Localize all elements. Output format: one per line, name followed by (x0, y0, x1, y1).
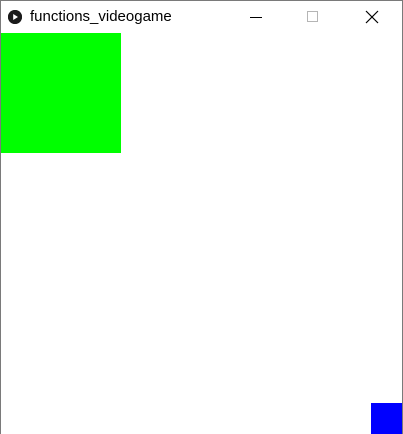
green-player-square (1, 33, 121, 153)
play-circle-icon (8, 10, 22, 24)
title-bar[interactable]: functions_videogame (1, 1, 402, 33)
maximize-button[interactable] (290, 1, 336, 33)
window-title: functions_videogame (30, 8, 172, 25)
close-button[interactable] (349, 1, 395, 33)
minimize-button[interactable] (233, 1, 279, 33)
close-icon (365, 10, 379, 24)
app-window: functions_videogame (0, 0, 403, 434)
minimize-icon (250, 17, 262, 18)
blue-target-square (371, 403, 402, 434)
game-canvas[interactable] (1, 33, 402, 434)
maximize-icon (307, 11, 318, 22)
